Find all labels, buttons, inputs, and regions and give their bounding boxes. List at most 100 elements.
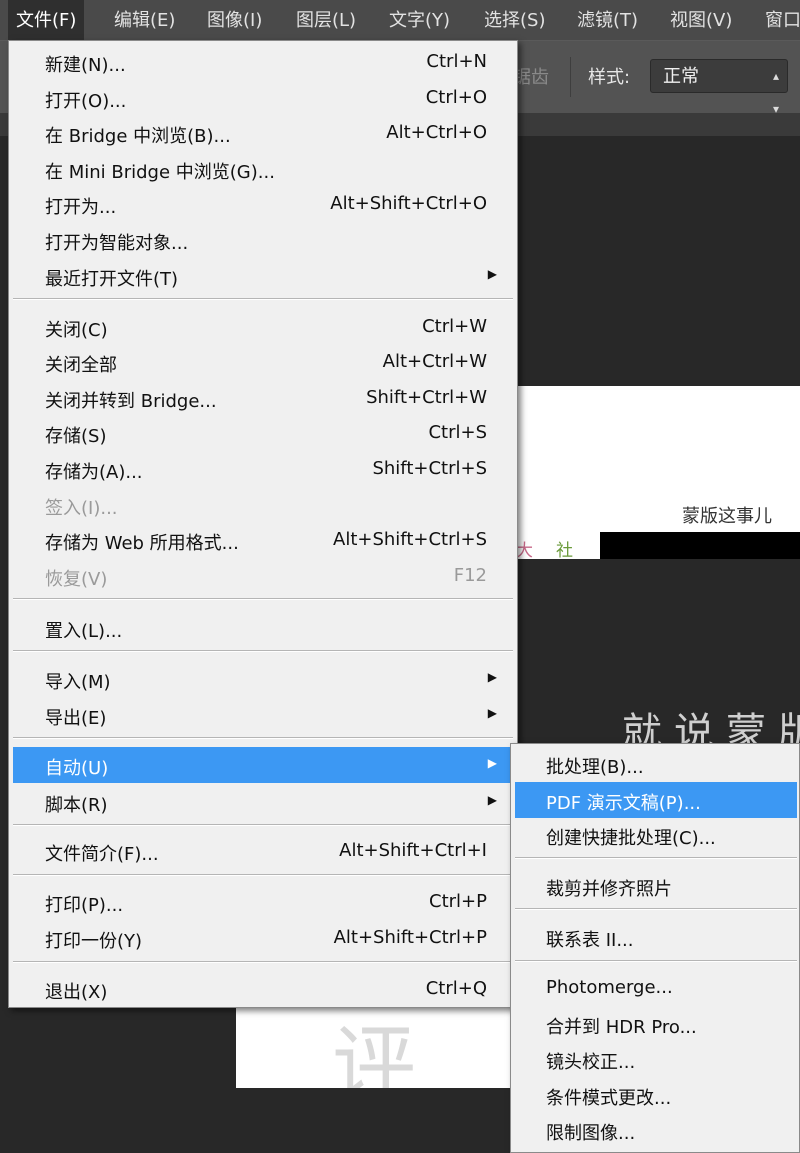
menu-window[interactable]: 窗口 [757,0,800,40]
menu-item-shortcut: Alt+Shift+Ctrl+O [330,193,487,214]
submenu-item-pdf-presentation[interactable]: PDF 演示文稿(P)... [515,782,797,818]
menu-separator [13,737,513,739]
menu-item-shortcut: Ctrl+Q [425,978,487,999]
menu-separator [515,857,797,859]
menu-item-label: 新建(N)... [45,55,126,76]
submenu-item-conditional-mode-change[interactable]: 条件模式更改... [515,1077,797,1113]
menu-separator [13,298,513,300]
menu-item-close-goto-bridge[interactable]: 关闭并转到 Bridge... Shift+Ctrl+W [13,380,513,416]
menu-item-save-for-web[interactable]: 存储为 Web 所用格式... Alt+Shift+Ctrl+S [13,522,513,558]
menu-item-revert: 恢复(V) F12 [13,558,513,594]
menu-item-shortcut: Shift+Ctrl+S [372,458,487,479]
style-select[interactable]: 正常 ▴ ▾ [650,59,788,116]
menu-item-close-all[interactable]: 关闭全部 Alt+Ctrl+W [13,344,513,380]
menu-item-import[interactable]: 导入(M) ▶ [13,661,513,697]
submenu-item-lens-correction[interactable]: 镜头校正... [515,1041,797,1077]
menu-separator [13,650,513,652]
menu-separator [13,961,513,963]
menu-item-automate[interactable]: 自动(U) ▶ [13,747,513,783]
menu-item-label: 存储(S) [45,426,107,447]
menu-item-print-one-copy[interactable]: 打印一份(Y) Alt+Shift+Ctrl+P [13,920,513,956]
menu-item-label: 恢复(V) [45,569,108,590]
menu-type[interactable]: 文字(Y) [381,0,458,40]
menu-item-export[interactable]: 导出(E) ▶ [13,697,513,733]
menu-separator [13,598,513,600]
submenu-item-photomerge[interactable]: Photomerge... [515,970,797,1006]
submenu-arrow-icon: ▶ [487,267,497,281]
menu-item-open-smart-object[interactable]: 打开为智能对象... [13,222,513,258]
menu-item-check-in: 签入(I)... [13,487,513,523]
menu-item-label: 打开为智能对象... [45,233,189,254]
canvas-char: 大 [516,541,533,561]
menu-item-label: 创建快捷批处理(C)... [546,828,716,849]
submenu-item-contact-sheet[interactable]: 联系表 II... [515,919,797,955]
menu-file[interactable]: 文件(F) [8,0,85,40]
menu-layer[interactable]: 图层(L) [288,0,364,40]
menu-item-label: 裁剪并修齐照片 [546,879,672,900]
menu-item-label: 镜头校正... [546,1052,636,1073]
anti-alias-label: 锯齿 [513,67,549,88]
menu-item-save[interactable]: 存储(S) Ctrl+S [13,415,513,451]
menu-item-label: 脚本(R) [45,795,108,816]
menu-item-browse-mini-bridge[interactable]: 在 Mini Bridge 中浏览(G)... [13,151,513,187]
menu-item-label: 条件模式更改... [546,1088,672,1109]
submenu-item-create-droplet[interactable]: 创建快捷批处理(C)... [515,817,797,853]
canvas-char: 社 [556,541,573,561]
menu-item-label: 导入(M) [45,672,111,693]
submenu-arrow-icon: ▶ [487,706,497,720]
menu-edit[interactable]: 编辑(E) [106,0,183,40]
menu-item-label: 打印一份(Y) [45,931,143,952]
menu-select[interactable]: 选择(S) [476,0,553,40]
menu-item-shortcut: Alt+Ctrl+O [386,122,487,143]
menu-item-label: 关闭全部 [45,355,117,376]
canvas-caption-text: 蒙版这事儿 [682,506,772,527]
canvas-faint-text: 评 [332,1016,417,1088]
menu-item-scripts[interactable]: 脚本(R) ▶ [13,784,513,820]
menu-separator [13,824,513,826]
menu-item-print[interactable]: 打印(P)... Ctrl+P [13,884,513,920]
menu-item-shortcut: Ctrl+W [422,316,487,337]
menu-item-save-as[interactable]: 存储为(A)... Shift+Ctrl+S [13,451,513,487]
menu-item-label: 打开为... [45,197,117,218]
menu-item-shortcut: Shift+Ctrl+W [366,387,487,408]
menu-item-label: 最近打开文件(T) [45,269,179,290]
menu-item-close[interactable]: 关闭(C) Ctrl+W [13,309,513,345]
menu-item-shortcut: Alt+Shift+Ctrl+S [333,529,487,550]
menu-item-shortcut: Ctrl+N [426,51,487,72]
submenu-item-fit-image[interactable]: 限制图像... [515,1112,797,1148]
automate-submenu: 批处理(B)... PDF 演示文稿(P)... 创建快捷批处理(C)... 裁… [510,743,800,1153]
menu-item-label: PDF 演示文稿(P)... [546,793,701,814]
menu-item-label: 存储为(A)... [45,462,143,483]
menu-item-label: 自动(U) [45,758,109,779]
menu-item-exit[interactable]: 退出(X) Ctrl+Q [13,971,513,1007]
menu-item-shortcut: Alt+Shift+Ctrl+I [339,840,487,861]
submenu-item-crop-straighten[interactable]: 裁剪并修齐照片 [515,868,797,904]
menu-item-label: 签入(I)... [45,498,118,519]
menu-separator [13,874,513,876]
menu-item-shortcut: Ctrl+S [428,422,487,443]
menu-item-label: 联系表 II... [546,930,634,951]
options-divider [570,57,571,97]
menu-separator [515,908,797,910]
submenu-item-merge-hdr[interactable]: 合并到 HDR Pro... [515,1006,797,1042]
menu-item-open[interactable]: 打开(O)... Ctrl+O [13,80,513,116]
menu-item-label: 存储为 Web 所用格式... [45,533,239,554]
menu-item-place[interactable]: 置入(L)... [13,610,513,646]
menu-image[interactable]: 图像(I) [199,0,270,40]
menu-filter[interactable]: 滤镜(T) [569,0,646,40]
menu-item-label: 在 Bridge 中浏览(B)... [45,126,231,147]
menu-item-shortcut: Alt+Shift+Ctrl+P [333,927,487,948]
menu-item-shortcut: Ctrl+O [425,87,487,108]
menu-item-file-info[interactable]: 文件简介(F)... Alt+Shift+Ctrl+I [13,833,513,869]
menu-item-browse-bridge[interactable]: 在 Bridge 中浏览(B)... Alt+Ctrl+O [13,115,513,151]
menu-view[interactable]: 视图(V) [662,0,740,40]
submenu-item-batch[interactable]: 批处理(B)... [515,746,797,782]
menu-item-label: 在 Mini Bridge 中浏览(G)... [45,162,275,183]
style-select-value: 正常 [663,66,699,87]
menu-item-new[interactable]: 新建(N)... Ctrl+N [13,44,513,80]
menu-item-open-as[interactable]: 打开为... Alt+Shift+Ctrl+O [13,186,513,222]
menu-item-open-recent[interactable]: 最近打开文件(T) ▶ [13,258,513,294]
menu-item-label: 批处理(B)... [546,757,644,778]
file-menu-dropdown: 新建(N)... Ctrl+N 打开(O)... Ctrl+O 在 Bridge 中… [8,40,518,1008]
menu-item-label: 关闭(C) [45,320,108,341]
